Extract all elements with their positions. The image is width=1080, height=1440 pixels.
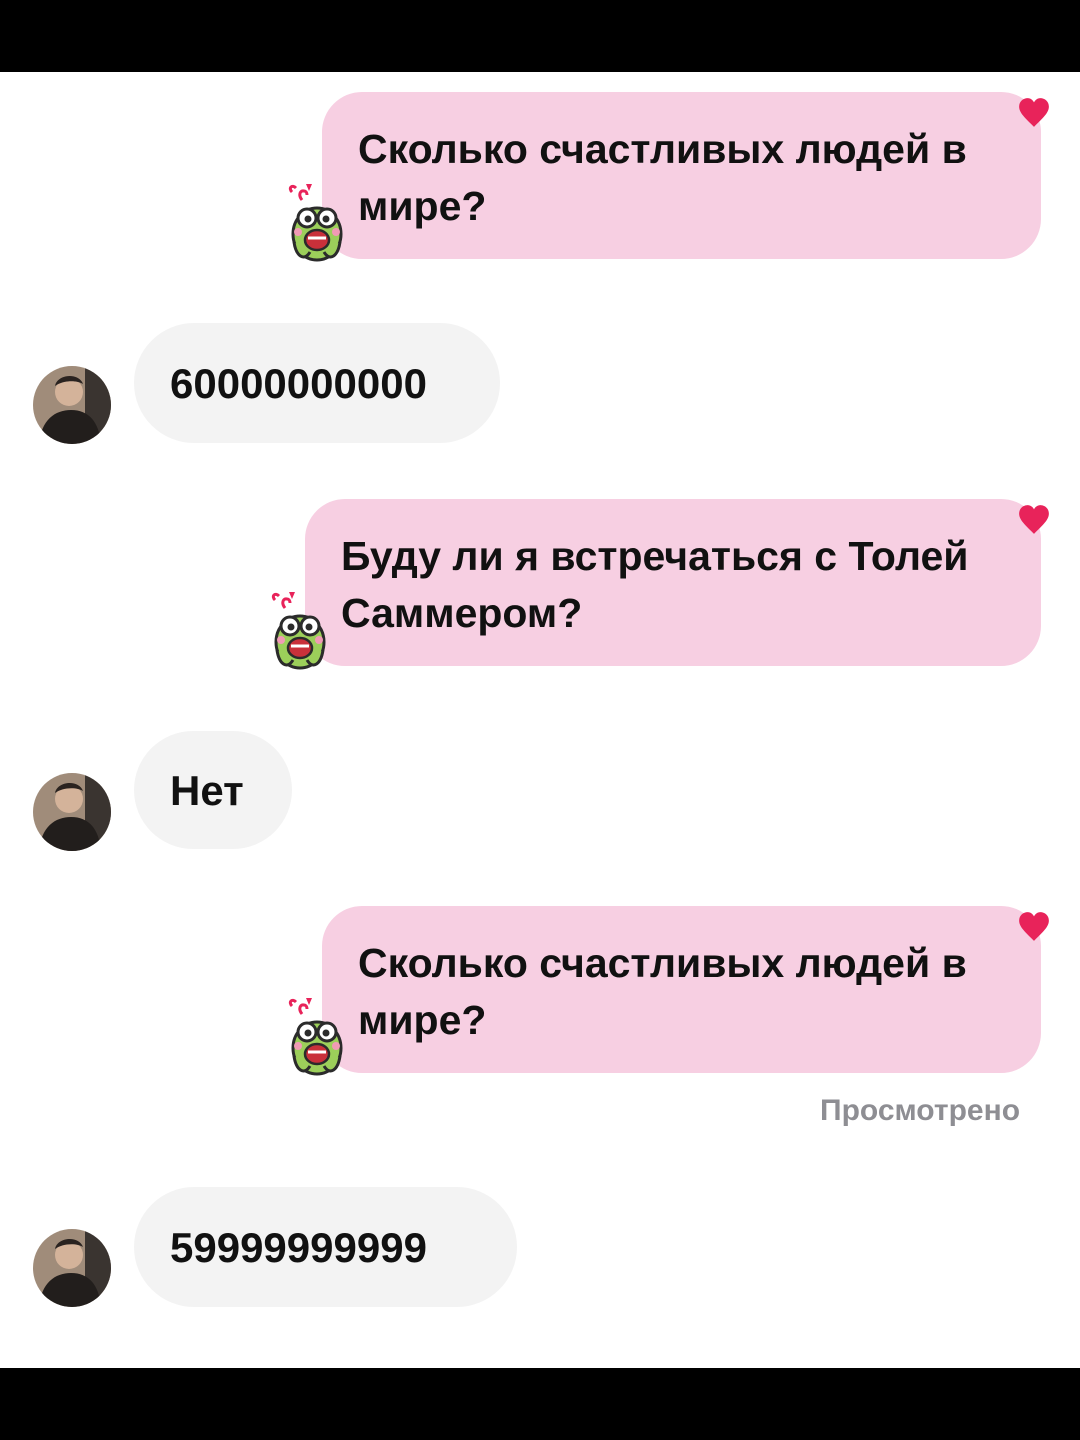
received-message-bubble[interactable]: 60000000000 [134, 323, 500, 443]
message-text: Сколько счастливых людей в мире? [358, 940, 967, 1043]
top-black-bar [0, 0, 1080, 72]
message-text: Сколько счастливых людей в мире? [358, 126, 967, 229]
avatar[interactable] [33, 1229, 111, 1307]
frog-sticker-icon [284, 182, 350, 266]
message-text: Буду ли я встречаться с Толей Саммером? [341, 533, 969, 636]
message-text: 60000000000 [170, 359, 427, 407]
heart-icon [1017, 96, 1051, 130]
sent-message-bubble[interactable]: Сколько счастливых людей в мире? [322, 92, 1041, 259]
frog-sticker-icon [267, 590, 333, 674]
sent-message-bubble[interactable]: Буду ли я встречаться с Толей Саммером? [305, 499, 1041, 666]
avatar[interactable] [33, 366, 111, 444]
message-text: Нет [170, 766, 244, 814]
received-message-bubble[interactable]: Нет [134, 731, 292, 849]
frog-sticker-icon [284, 996, 350, 1080]
heart-icon [1017, 910, 1051, 944]
avatar[interactable] [33, 773, 111, 851]
bottom-black-bar [0, 1368, 1080, 1440]
seen-status: Просмотрено [820, 1094, 1021, 1127]
heart-icon [1017, 503, 1051, 537]
received-message-bubble[interactable]: 59999999999 [134, 1187, 517, 1307]
sent-message-bubble[interactable]: Сколько счастливых людей в мире? [322, 906, 1041, 1073]
message-text: 59999999999 [170, 1223, 427, 1271]
